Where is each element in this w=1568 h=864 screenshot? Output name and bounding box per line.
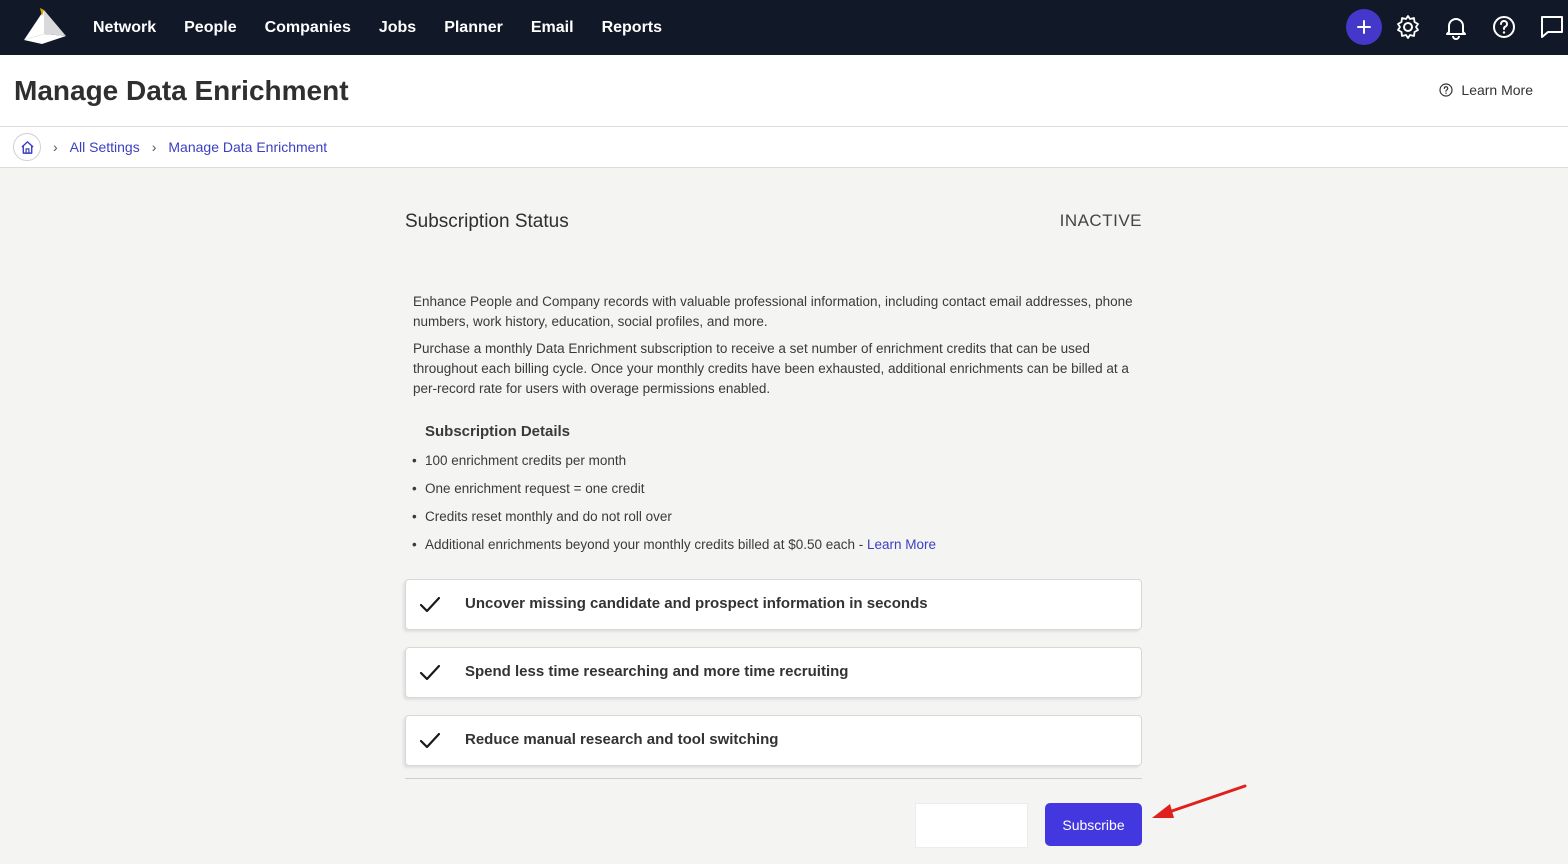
nav-email[interactable]: Email — [517, 19, 588, 37]
feature-text: Reduce manual research and tool switchin… — [465, 731, 779, 748]
description-paragraph-2: Purchase a monthly Data Enrichment subsc… — [413, 341, 1129, 396]
nav-planner[interactable]: Planner — [430, 19, 517, 37]
detail-text: Credits reset monthly and do not roll ov… — [425, 509, 672, 524]
nav-people[interactable]: People — [170, 19, 250, 37]
subscription-status-row: Subscription Status INACTIVE — [405, 211, 1142, 235]
create-new-button[interactable] — [1346, 9, 1382, 45]
chat-icon[interactable] — [1539, 14, 1565, 40]
nav-jobs[interactable]: Jobs — [365, 19, 430, 37]
learn-more-label: Learn More — [1461, 82, 1533, 98]
company-logo[interactable] — [20, 6, 70, 46]
check-icon — [419, 596, 441, 613]
subscription-details-list: 100 enrichment credits per month One enr… — [412, 451, 1145, 563]
nav-reports[interactable]: Reports — [588, 19, 676, 37]
pricing-learn-more-link[interactable]: Learn More — [867, 537, 936, 552]
detail-text: 100 enrichment credits per month — [425, 453, 627, 468]
home-button[interactable] — [13, 133, 41, 161]
list-item: Additional enrichments beyond your month… — [412, 535, 1145, 563]
feature-card: Uncover missing candidate and prospect i… — [405, 579, 1142, 630]
page-header: Manage Data Enrichment Learn More — [0, 55, 1568, 127]
description-paragraph-1: Enhance People and Company records with … — [413, 294, 1133, 329]
chevron-right-icon: › — [151, 139, 157, 155]
subscription-status-title: Subscription Status — [405, 211, 569, 232]
learn-more-link[interactable]: Learn More — [1439, 82, 1533, 98]
divider — [405, 778, 1142, 779]
check-icon — [419, 664, 441, 681]
nav-companies[interactable]: Companies — [251, 19, 365, 37]
breadcrumb-current[interactable]: Manage Data Enrichment — [168, 139, 327, 155]
subscription-details-title: Subscription Details — [425, 423, 571, 440]
help-icon[interactable] — [1491, 14, 1517, 40]
red-arrow-annotation — [1152, 784, 1247, 818]
feature-text: Uncover missing candidate and prospect i… — [465, 595, 928, 612]
page-title: Manage Data Enrichment — [14, 75, 349, 106]
home-icon — [20, 140, 34, 154]
plus-icon — [1357, 20, 1371, 34]
help-circle-icon — [1439, 83, 1454, 97]
check-icon — [419, 732, 441, 749]
bell-icon[interactable] — [1443, 14, 1469, 40]
gear-icon[interactable] — [1395, 14, 1421, 40]
subscribe-button[interactable]: Subscribe — [1045, 803, 1142, 846]
top-navbar: Network People Companies Jobs Planner Em… — [0, 0, 1568, 55]
breadcrumb-all-settings[interactable]: All Settings — [70, 139, 140, 155]
status-badge: INACTIVE — [1059, 211, 1142, 230]
main-nav: Network People Companies Jobs Planner Em… — [79, 0, 676, 55]
feature-card: Reduce manual research and tool switchin… — [405, 715, 1142, 766]
chevron-right-icon: › — [53, 139, 58, 155]
feature-card: Spend less time researching and more tim… — [405, 647, 1142, 698]
nav-network[interactable]: Network — [79, 19, 170, 37]
list-item: Credits reset monthly and do not roll ov… — [412, 507, 1145, 535]
secondary-button[interactable] — [915, 803, 1028, 848]
feature-text: Spend less time researching and more tim… — [465, 663, 849, 680]
breadcrumb: › All Settings › Manage Data Enrichment — [0, 127, 1568, 168]
list-item: 100 enrichment credits per month — [412, 451, 1145, 479]
detail-text: Additional enrichments beyond your month… — [425, 537, 867, 552]
list-item: One enrichment request = one credit — [412, 479, 1145, 507]
detail-text: One enrichment request = one credit — [425, 481, 645, 496]
